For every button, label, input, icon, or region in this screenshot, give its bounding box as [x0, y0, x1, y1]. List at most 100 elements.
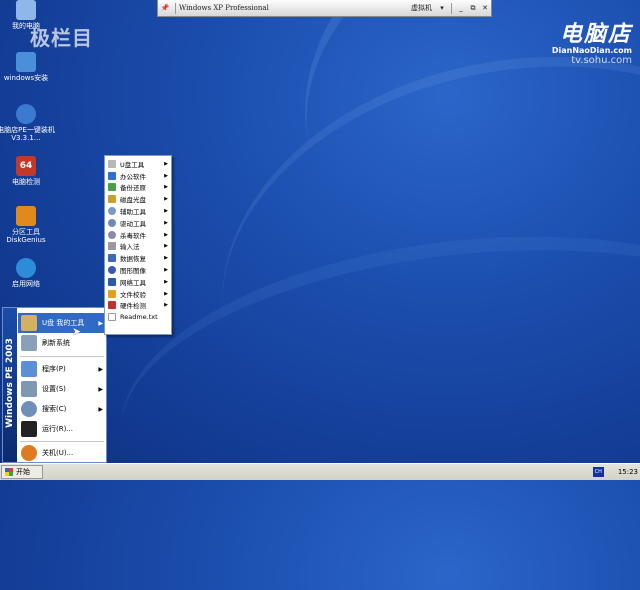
start-item-usb-tools[interactable]: U盘 我的工具 ▶ [18, 313, 106, 333]
desktop-icon-label: windows安装 [3, 74, 49, 82]
start-menu-banner: Windows PE 2003 [3, 308, 17, 462]
start-item-search[interactable]: 搜索(C) ▶ [18, 399, 106, 419]
toolbar-separator [175, 2, 176, 14]
desktop-icon-my-computer[interactable]: 我的电脑 [0, 0, 56, 30]
submenu-item-label: 办公软件 [120, 172, 146, 181]
chevron-right-icon: ▶ [164, 172, 168, 179]
submenu-item-label: 备份还原 [120, 184, 146, 193]
start-item-settings[interactable]: 设置(S) ▶ [18, 379, 106, 399]
chevron-right-icon: ▶ [164, 184, 168, 191]
menu-divider [20, 356, 104, 357]
file-check-icon [108, 289, 116, 298]
vm-menu-button[interactable]: 虚拟机 [407, 3, 436, 13]
pe-install-icon [16, 104, 36, 124]
submenu-item-data-recovery[interactable]: 数据恢复 ▶ [105, 252, 171, 264]
usb-tools-submenu: U盘工具 ▶ 办公软件 ▶ 备份还原 ▶ 磁盘光盘 ▶ 辅助工具 ▶ 驱动工具 ▶ 杀毒软件… [104, 155, 172, 335]
input-method-indicator[interactable]: CH [592, 467, 604, 477]
desktop-icon-label: 分区工具 DiskGenius [6, 228, 46, 244]
start-button-label: 开始 [16, 468, 30, 476]
submenu-item-label: 输入法 [120, 243, 140, 252]
mouse-cursor-icon: ➤ [72, 325, 82, 338]
submenu-item-file-check[interactable]: 文件校验 ▶ [105, 288, 171, 300]
refresh-system-icon [21, 335, 37, 351]
start-item-run[interactable]: 运行(R)... [18, 419, 106, 439]
submenu-item-label: 驱动工具 [120, 219, 146, 228]
submenu-item-readme[interactable]: Readme.txt [105, 311, 171, 323]
brand-domain: DianNaoDian.com [551, 46, 632, 55]
diskgenius-icon [16, 206, 36, 226]
brand-name: 电脑店 [559, 22, 632, 47]
clock[interactable]: 15:23 [618, 468, 638, 476]
submenu-item-driver[interactable]: 驱动工具 ▶ [105, 217, 171, 229]
chevron-right-icon: ▶ [98, 319, 103, 327]
desktop-icon-label: 我的电脑 [12, 22, 40, 30]
submenu-item-label: 磁盘光盘 [120, 196, 146, 205]
desktop-icon-label: 电脑检测 [12, 178, 40, 186]
toolbar-separator [451, 2, 452, 14]
programs-icon [21, 361, 37, 377]
chevron-down-icon[interactable]: ▾ [436, 4, 448, 12]
start-item-label: 关机(U)... [42, 449, 74, 457]
chevron-right-icon: ▶ [164, 231, 168, 238]
submenu-item-antivirus[interactable]: 杀毒软件 ▶ [105, 229, 171, 241]
submenu-item-label: 数据恢复 [120, 255, 146, 264]
taskbar: 开始 CH 15:23 [0, 463, 640, 480]
submenu-item-network-tools[interactable]: 网络工具 ▶ [105, 276, 171, 288]
submenu-item-label: 杀毒软件 [120, 231, 146, 240]
chevron-right-icon: ▶ [164, 255, 168, 262]
start-item-label: 程序(P) [42, 365, 66, 373]
vm-control-bar: 📌 Windows XP Professional 虚拟机 ▾ _ ⧉ ✕ [157, 0, 492, 17]
desktop-icon-windows-install[interactable]: windows安装 [0, 52, 56, 82]
driver-icon [108, 218, 116, 227]
chevron-right-icon: ▶ [164, 290, 168, 297]
brand-watermark: 电脑店 DianNaoDian.com tv.sohu.com [552, 16, 632, 66]
search-icon [21, 401, 37, 417]
start-item-refresh-system[interactable]: 刷新系统 [18, 333, 106, 353]
restore-button[interactable]: ⧉ [467, 4, 479, 13]
wallpaper-swoosh [187, 11, 640, 539]
submenu-item-graphics[interactable]: 图形图像 ▶ [105, 264, 171, 276]
submenu-item-hardware[interactable]: 硬件检测 ▶ [105, 300, 171, 312]
antivirus-icon [108, 230, 116, 239]
network-tools-icon [108, 277, 116, 286]
submenu-item-usb-tools[interactable]: U盘工具 ▶ [105, 158, 171, 170]
desktop-icon-pc-test[interactable]: 64 电脑检测 [0, 156, 56, 186]
pin-icon[interactable]: 📌 [158, 4, 172, 12]
desktop-icon-network[interactable]: 启用网络 [0, 258, 56, 288]
start-item-label: 运行(R)... [42, 425, 74, 433]
windows-flag-icon [5, 468, 13, 476]
submenu-item-label: Readme.txt [120, 313, 158, 322]
submenu-item-ime[interactable]: 输入法 ▶ [105, 241, 171, 253]
start-item-shutdown[interactable]: 关机(U)... [18, 443, 106, 463]
close-button[interactable]: ✕ [479, 4, 491, 12]
aux-tools-icon [108, 207, 116, 216]
chevron-right-icon: ▶ [98, 365, 103, 373]
installer-icon [16, 52, 36, 72]
submenu-item-label: 文件校验 [120, 290, 146, 299]
data-recovery-icon [108, 254, 116, 263]
desktop-icon-pe-install[interactable]: 电脑店PE一键装机 V3.3.1… [0, 104, 56, 142]
submenu-item-backup[interactable]: 备份还原 ▶ [105, 182, 171, 194]
ime-icon [108, 242, 116, 251]
chevron-right-icon: ▶ [164, 243, 168, 250]
chevron-right-icon: ▶ [164, 219, 168, 226]
chevron-right-icon: ▶ [164, 267, 168, 274]
backup-icon [108, 183, 116, 192]
submenu-item-disk[interactable]: 磁盘光盘 ▶ [105, 193, 171, 205]
submenu-item-aux-tools[interactable]: 辅助工具 ▶ [105, 205, 171, 217]
hardware-icon [108, 301, 116, 310]
computer-icon [16, 0, 36, 20]
start-button[interactable]: 开始 [1, 465, 43, 479]
start-item-label: 刷新系统 [42, 339, 70, 347]
desktop-icon-diskgenius[interactable]: 分区工具 DiskGenius [0, 206, 56, 244]
video-site-url: tv.sohu.com [571, 55, 632, 66]
submenu-item-office[interactable]: 办公软件 ▶ [105, 170, 171, 182]
network-icon [16, 258, 36, 278]
start-item-programs[interactable]: 程序(P) ▶ [18, 359, 106, 379]
chevron-right-icon: ▶ [98, 385, 103, 393]
chevron-right-icon: ▶ [164, 196, 168, 203]
minimize-button[interactable]: _ [455, 4, 467, 12]
submenu-item-label: U盘工具 [120, 160, 145, 169]
usb-icon [108, 159, 116, 168]
start-menu-banner-text: Windows PE 2003 [5, 338, 15, 428]
